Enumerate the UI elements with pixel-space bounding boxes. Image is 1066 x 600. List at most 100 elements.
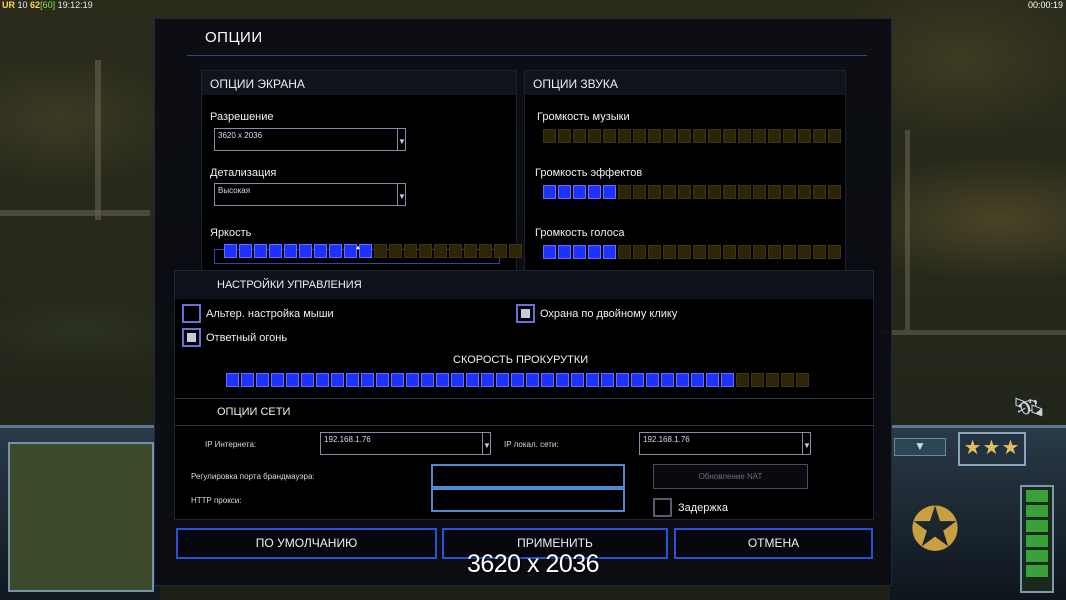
brightness-slider[interactable] xyxy=(224,244,522,258)
slider-segment[interactable] xyxy=(738,185,751,199)
slider-segment[interactable] xyxy=(558,245,571,259)
slider-segment[interactable] xyxy=(618,185,631,199)
slider-segment[interactable] xyxy=(676,373,689,387)
slider-segment[interactable] xyxy=(723,129,736,143)
slider-segment[interactable] xyxy=(573,129,586,143)
slider-segment[interactable] xyxy=(648,129,661,143)
slider-segment[interactable] xyxy=(299,244,312,258)
slider-segment[interactable] xyxy=(543,185,556,199)
slider-segment[interactable] xyxy=(254,244,267,258)
slider-segment[interactable] xyxy=(678,185,691,199)
slider-segment[interactable] xyxy=(494,244,507,258)
slider-segment[interactable] xyxy=(753,245,766,259)
slider-segment[interactable] xyxy=(723,185,736,199)
slider-segment[interactable] xyxy=(798,185,811,199)
slider-segment[interactable] xyxy=(314,244,327,258)
alt-mouse-checkbox[interactable] xyxy=(182,304,201,323)
slider-segment[interactable] xyxy=(633,129,646,143)
slider-segment[interactable] xyxy=(588,129,601,143)
slider-segment[interactable] xyxy=(603,185,616,199)
slider-segment[interactable] xyxy=(346,373,359,387)
slider-segment[interactable] xyxy=(511,373,524,387)
slider-segment[interactable] xyxy=(329,244,342,258)
slider-segment[interactable] xyxy=(828,245,841,259)
slider-segment[interactable] xyxy=(389,244,402,258)
slider-segment[interactable] xyxy=(603,129,616,143)
slider-segment[interactable] xyxy=(781,373,794,387)
slider-segment[interactable] xyxy=(406,373,419,387)
slider-segment[interactable] xyxy=(434,244,447,258)
return-fire-checkbox[interactable] xyxy=(182,328,201,347)
slider-segment[interactable] xyxy=(361,373,374,387)
slider-segment[interactable] xyxy=(813,129,826,143)
scroll-speed-slider[interactable] xyxy=(226,373,809,387)
slider-segment[interactable] xyxy=(738,129,751,143)
slider-segment[interactable] xyxy=(269,244,282,258)
slider-segment[interactable] xyxy=(708,245,721,259)
slider-segment[interactable] xyxy=(693,185,706,199)
slider-segment[interactable] xyxy=(661,373,674,387)
slider-segment[interactable] xyxy=(753,185,766,199)
slider-segment[interactable] xyxy=(558,129,571,143)
slider-segment[interactable] xyxy=(271,373,284,387)
slider-segment[interactable] xyxy=(543,129,556,143)
slider-segment[interactable] xyxy=(241,373,254,387)
slider-segment[interactable] xyxy=(479,244,492,258)
slider-segment[interactable] xyxy=(571,373,584,387)
slider-segment[interactable] xyxy=(706,373,719,387)
slider-segment[interactable] xyxy=(543,245,556,259)
slider-segment[interactable] xyxy=(239,244,252,258)
double-click-guard-checkbox[interactable] xyxy=(516,304,535,323)
slider-segment[interactable] xyxy=(693,245,706,259)
slider-segment[interactable] xyxy=(796,373,809,387)
slider-segment[interactable] xyxy=(588,185,601,199)
slider-segment[interactable] xyxy=(284,244,297,258)
slider-segment[interactable] xyxy=(766,373,779,387)
voice-volume-slider[interactable] xyxy=(543,245,841,259)
slider-segment[interactable] xyxy=(721,373,734,387)
slider-segment[interactable] xyxy=(768,245,781,259)
slider-segment[interactable] xyxy=(646,373,659,387)
slider-segment[interactable] xyxy=(738,245,751,259)
slider-segment[interactable] xyxy=(633,245,646,259)
lan-ip-dropdown[interactable]: 192.168.1.76 ▼ xyxy=(639,432,811,455)
slider-segment[interactable] xyxy=(419,244,432,258)
http-proxy-input[interactable] xyxy=(431,488,625,512)
slider-segment[interactable] xyxy=(464,244,477,258)
slider-segment[interactable] xyxy=(588,245,601,259)
slider-segment[interactable] xyxy=(481,373,494,387)
slider-segment[interactable] xyxy=(421,373,434,387)
slider-segment[interactable] xyxy=(541,373,554,387)
slider-segment[interactable] xyxy=(331,373,344,387)
nat-refresh-button[interactable]: Обновление NAT xyxy=(653,464,808,489)
slider-segment[interactable] xyxy=(509,244,522,258)
slider-segment[interactable] xyxy=(751,373,764,387)
delay-checkbox[interactable] xyxy=(653,498,672,517)
internet-ip-dropdown[interactable]: 192.168.1.76 ▼ xyxy=(320,432,491,455)
slider-segment[interactable] xyxy=(496,373,509,387)
slider-segment[interactable] xyxy=(391,373,404,387)
slider-segment[interactable] xyxy=(813,245,826,259)
slider-segment[interactable] xyxy=(616,373,629,387)
slider-segment[interactable] xyxy=(226,373,239,387)
slider-segment[interactable] xyxy=(783,185,796,199)
slider-segment[interactable] xyxy=(436,373,449,387)
slider-segment[interactable] xyxy=(573,185,586,199)
slider-segment[interactable] xyxy=(449,244,462,258)
effects-volume-slider[interactable] xyxy=(543,185,841,199)
slider-segment[interactable] xyxy=(256,373,269,387)
slider-segment[interactable] xyxy=(663,245,676,259)
slider-segment[interactable] xyxy=(451,373,464,387)
slider-segment[interactable] xyxy=(558,185,571,199)
slider-segment[interactable] xyxy=(556,373,569,387)
slider-segment[interactable] xyxy=(526,373,539,387)
brightness-thumb-icon[interactable]: ▲ xyxy=(355,245,361,251)
slider-segment[interactable] xyxy=(736,373,749,387)
slider-segment[interactable] xyxy=(723,245,736,259)
slider-segment[interactable] xyxy=(678,245,691,259)
slider-segment[interactable] xyxy=(374,244,387,258)
slider-segment[interactable] xyxy=(466,373,479,387)
slider-segment[interactable] xyxy=(678,129,691,143)
slider-segment[interactable] xyxy=(301,373,314,387)
slider-segment[interactable] xyxy=(768,185,781,199)
